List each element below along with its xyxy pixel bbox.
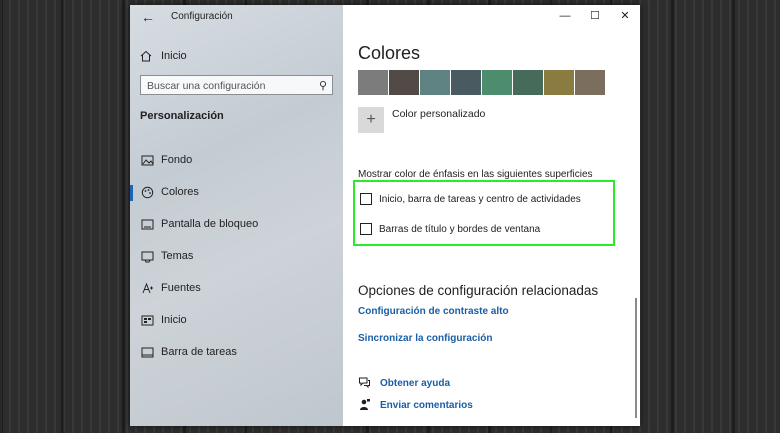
- checkbox-start-taskbar[interactable]: Inicio, barra de tareas y centro de acti…: [360, 193, 581, 205]
- sidebar-item-label: Pantalla de bloqueo: [161, 218, 259, 230]
- title-bar: ← Configuración: [130, 5, 343, 29]
- sidebar-item-home[interactable]: Inicio: [140, 47, 330, 65]
- color-swatch[interactable]: [358, 70, 388, 95]
- sidebar-item-label: Fondo: [161, 154, 193, 166]
- sidebar: ← Configuración Inicio ⚲ Personalización…: [130, 5, 343, 426]
- send-feedback-label: Enviar comentarios: [380, 399, 473, 411]
- back-arrow-icon[interactable]: ←: [141, 9, 155, 25]
- highlight-box: [353, 180, 615, 246]
- checkbox[interactable]: [360, 223, 372, 235]
- main-panel: — ☐ ✕ Colores + Color personalizado Most…: [343, 5, 640, 426]
- plus-icon[interactable]: +: [358, 107, 384, 133]
- checkbox-title-bars[interactable]: Barras de título y bordes de ventana: [360, 223, 540, 235]
- sidebar-item-colores[interactable]: Colores: [130, 177, 343, 209]
- window-title: Configuración: [171, 11, 233, 22]
- high-contrast-link[interactable]: Configuración de contraste alto: [358, 306, 509, 317]
- image-icon: [141, 154, 155, 168]
- search-box[interactable]: ⚲: [140, 75, 333, 95]
- page-title: Colores: [358, 43, 421, 63]
- start-icon: [141, 314, 155, 328]
- sidebar-nav: Fondo Colores Pantalla de bloqueo Temas: [130, 145, 343, 369]
- help-chat-icon: [358, 376, 372, 390]
- brush-icon: [141, 250, 155, 264]
- color-swatch[interactable]: [513, 70, 543, 95]
- section-title: Personalización: [140, 110, 224, 122]
- search-icon[interactable]: ⚲: [319, 79, 327, 92]
- sidebar-item-label: Colores: [161, 186, 199, 198]
- checkbox-label: Barras de título y bordes de ventana: [379, 223, 541, 235]
- sidebar-item-label: Inicio: [161, 314, 187, 326]
- palette-icon: [141, 186, 155, 200]
- taskbar-icon: [141, 346, 155, 360]
- related-settings-title: Opciones de configuración relacionadas: [358, 283, 599, 298]
- scrollbar[interactable]: [635, 298, 637, 418]
- close-icon[interactable]: ✕: [610, 5, 640, 29]
- window-controls: — ☐ ✕: [550, 5, 640, 29]
- sidebar-item-inicio[interactable]: Inicio: [130, 305, 343, 337]
- settings-window: ← Configuración Inicio ⚲ Personalización…: [130, 5, 640, 426]
- color-swatch[interactable]: [451, 70, 481, 95]
- home-label: Inicio: [161, 50, 187, 62]
- sidebar-item-barra-tareas[interactable]: Barra de tareas: [130, 337, 343, 369]
- font-icon: [141, 282, 155, 296]
- sync-settings-link[interactable]: Sincronizar la configuración: [358, 333, 492, 344]
- checkbox[interactable]: [360, 193, 372, 205]
- lock-screen-icon: [141, 218, 155, 232]
- color-swatch[interactable]: [482, 70, 512, 95]
- sidebar-item-label: Temas: [161, 250, 194, 262]
- send-feedback-link[interactable]: Enviar comentarios: [358, 398, 473, 412]
- home-icon: [140, 50, 152, 62]
- maximize-icon[interactable]: ☐: [580, 5, 610, 29]
- color-swatch[interactable]: [420, 70, 450, 95]
- color-swatch[interactable]: [544, 70, 574, 95]
- custom-color-button[interactable]: + Color personalizado: [358, 107, 485, 133]
- checkbox-label: Inicio, barra de tareas y centro de acti…: [379, 193, 581, 205]
- sidebar-item-fuentes[interactable]: Fuentes: [130, 273, 343, 305]
- sidebar-item-label: Fuentes: [161, 282, 201, 294]
- color-swatch[interactable]: [575, 70, 605, 95]
- feedback-person-icon: [358, 398, 372, 412]
- sidebar-item-fondo[interactable]: Fondo: [130, 145, 343, 177]
- sidebar-item-pantalla-bloqueo[interactable]: Pantalla de bloqueo: [130, 209, 343, 241]
- sidebar-item-temas[interactable]: Temas: [130, 241, 343, 273]
- sidebar-item-label: Barra de tareas: [161, 346, 237, 358]
- minimize-icon[interactable]: —: [550, 5, 580, 29]
- search-input[interactable]: [141, 77, 323, 95]
- get-help-label: Obtener ayuda: [380, 377, 451, 389]
- color-swatches: [358, 70, 605, 95]
- surface-label: Mostrar color de énfasis en las siguient…: [358, 169, 593, 180]
- get-help-link[interactable]: Obtener ayuda: [358, 376, 450, 390]
- color-swatch[interactable]: [389, 70, 419, 95]
- custom-color-label: Color personalizado: [392, 108, 486, 120]
